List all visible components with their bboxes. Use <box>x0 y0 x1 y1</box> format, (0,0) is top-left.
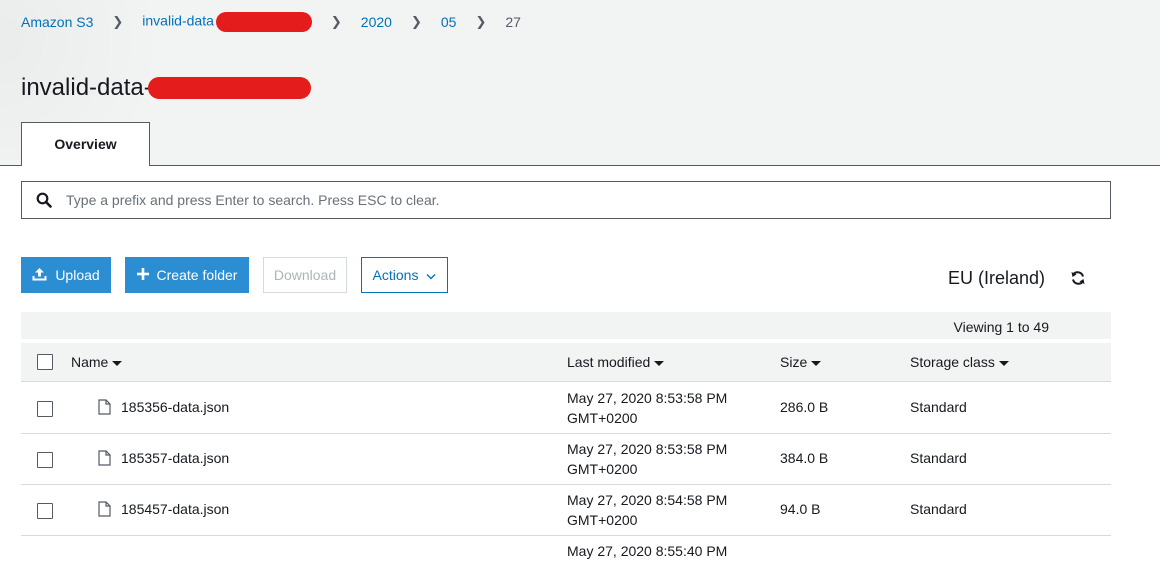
select-all-checkbox[interactable] <box>37 354 53 370</box>
chevron-right-icon: ❯ <box>475 14 487 29</box>
page-title-text: invalid-data- <box>21 74 152 101</box>
column-name-header[interactable]: Name <box>71 354 123 370</box>
object-size: 384.0 B <box>780 450 829 466</box>
region-label: EU (Ireland) <box>948 268 1046 288</box>
last-modified-date: May 27, 2020 8:54:58 PM <box>567 492 728 508</box>
refresh-icon[interactable] <box>1070 270 1086 291</box>
storage-class: Standard <box>910 501 967 517</box>
last-modified: May 27, 2020 8:53:58 PM GMT+0200 <box>567 439 727 479</box>
file-icon <box>98 399 111 415</box>
table-row-partial[interactable]: May 27, 2020 8:55:40 PM <box>21 536 1111 587</box>
upload-button[interactable]: Upload <box>21 257 111 293</box>
create-folder-button[interactable]: Create folder <box>125 257 249 293</box>
sort-caret-icon <box>112 360 123 366</box>
breadcrumb-year[interactable]: 2020 <box>361 14 392 30</box>
search-input[interactable] <box>66 192 1096 208</box>
storage-class: Standard <box>910 450 967 466</box>
object-name-link[interactable]: 185356-data.json <box>98 399 229 415</box>
chevron-right-icon: ❯ <box>330 14 342 29</box>
last-modified-date: May 27, 2020 8:55:40 PM <box>567 543 728 559</box>
download-button[interactable]: Download <box>263 257 347 293</box>
row-checkbox[interactable] <box>37 503 53 519</box>
row-checkbox[interactable] <box>37 401 53 417</box>
redaction-mark <box>215 12 312 32</box>
viewing-count: Viewing 1 to 49 <box>953 319 1049 335</box>
chevron-down-icon <box>426 267 436 283</box>
actions-label: Actions <box>372 267 419 283</box>
tab-overview[interactable]: Overview <box>21 122 150 167</box>
download-label: Download <box>273 267 337 283</box>
object-name: 185457-data.json <box>121 501 230 517</box>
column-name-label: Name <box>71 354 109 370</box>
breadcrumb-month[interactable]: 05 <box>441 14 457 30</box>
object-name: 185356-data.json <box>121 399 230 415</box>
last-modified: May 27, 2020 8:53:58 PM GMT+0200 <box>567 388 727 428</box>
table-row[interactable]: 185356-data.json May 27, 2020 8:53:58 PM… <box>21 383 1111 434</box>
breadcrumb-day: 27 <box>505 14 521 30</box>
pagination-bar: Viewing 1 to 49 <box>21 312 1111 339</box>
upload-label: Upload <box>55 267 100 283</box>
page-title: invalid-data- <box>21 74 311 102</box>
actions-button[interactable]: Actions <box>361 257 448 293</box>
sort-caret-icon <box>811 360 822 366</box>
redaction-mark <box>147 77 311 99</box>
sort-caret-icon <box>654 360 665 366</box>
last-modified-date: May 27, 2020 8:53:58 PM <box>567 390 728 406</box>
table-header: Name Last modified Size Storage class <box>21 343 1111 382</box>
plus-icon <box>136 267 149 283</box>
table-row[interactable]: 185457-data.json May 27, 2020 8:54:58 PM… <box>21 485 1111 536</box>
column-storage-class-header[interactable]: Storage class <box>910 354 1009 370</box>
column-size-label: Size <box>780 354 808 370</box>
breadcrumb-bucket-label: invalid-data <box>142 12 214 29</box>
breadcrumb: Amazon S3 ❯ invalid-data ❯ 2020 ❯ 05 ❯ 2… <box>21 12 521 32</box>
last-modified-tz: GMT+0200 <box>567 461 638 477</box>
object-name-link[interactable]: 185457-data.json <box>98 501 229 517</box>
create-folder-label: Create folder <box>156 267 238 283</box>
object-name: 185357-data.json <box>121 450 230 466</box>
column-last-modified-label: Last modified <box>567 354 651 370</box>
last-modified-tz: GMT+0200 <box>567 410 638 426</box>
column-size-header[interactable]: Size <box>780 354 822 370</box>
last-modified-tz: GMT+0200 <box>567 512 638 528</box>
object-size: 94.0 B <box>780 501 821 517</box>
sort-caret-icon <box>998 360 1009 366</box>
row-checkbox[interactable] <box>37 452 53 468</box>
search-box <box>21 181 1111 219</box>
column-last-modified-header[interactable]: Last modified <box>567 354 665 370</box>
object-name-link[interactable]: 185357-data.json <box>98 450 229 466</box>
object-size: 286.0 B <box>780 399 829 415</box>
search-icon <box>22 192 66 208</box>
table-row[interactable]: 185357-data.json May 27, 2020 8:53:58 PM… <box>21 434 1111 485</box>
upload-icon <box>32 267 47 284</box>
storage-class: Standard <box>910 399 967 415</box>
breadcrumb-bucket[interactable]: invalid-data <box>142 12 312 32</box>
breadcrumb-amazon-s3[interactable]: Amazon S3 <box>21 14 93 30</box>
column-storage-class-label: Storage class <box>910 354 995 370</box>
file-icon <box>98 450 111 466</box>
last-modified-date: May 27, 2020 8:53:58 PM <box>567 441 728 457</box>
last-modified: May 27, 2020 8:54:58 PM GMT+0200 <box>567 490 727 530</box>
file-icon <box>98 501 111 517</box>
chevron-right-icon: ❯ <box>112 14 124 29</box>
chevron-right-icon: ❯ <box>410 14 422 29</box>
